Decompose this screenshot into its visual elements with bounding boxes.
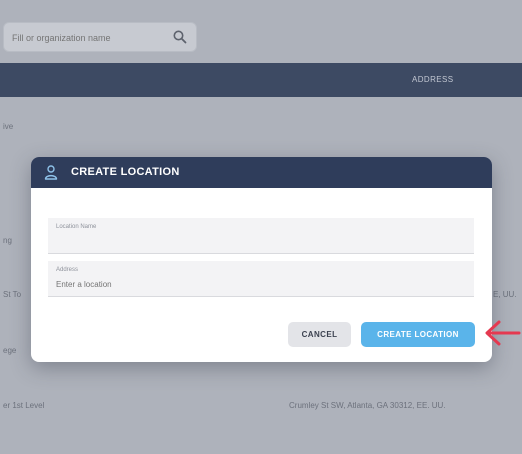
table-row-name: St To xyxy=(3,290,22,299)
table-row-name: ege xyxy=(3,346,17,355)
table-row-address: Crumley St SW, Atlanta, GA 30312, EE. UU… xyxy=(289,401,446,410)
address-input[interactable] xyxy=(56,277,456,291)
address-label: Address xyxy=(56,267,79,273)
table-header: ADDRESS xyxy=(0,63,522,97)
location-name-input[interactable] xyxy=(56,234,456,248)
dialog-title: CREATE LOCATION xyxy=(71,166,180,178)
annotation-arrow-icon xyxy=(485,320,521,346)
location-name-label: Location Name xyxy=(56,224,97,230)
cancel-button[interactable]: CANCEL xyxy=(288,322,351,347)
table-row-address: E, UU. xyxy=(493,290,517,299)
table-row-name: er 1st Level xyxy=(3,401,45,410)
location-name-field[interactable]: Location Name xyxy=(48,218,474,254)
table-row-name: ive xyxy=(3,122,14,131)
search-input[interactable] xyxy=(12,30,162,46)
address-field[interactable]: Address xyxy=(48,261,474,297)
user-icon xyxy=(44,165,58,180)
organization-search xyxy=(3,22,197,52)
column-header-address: ADDRESS xyxy=(412,75,454,84)
table-row-name: ng xyxy=(3,236,12,245)
create-location-dialog: CREATE LOCATION Location Name Address CA… xyxy=(31,157,492,362)
dialog-header: CREATE LOCATION xyxy=(31,157,492,188)
create-location-button[interactable]: CREATE LOCATION xyxy=(361,322,475,347)
search-icon[interactable] xyxy=(172,29,188,45)
